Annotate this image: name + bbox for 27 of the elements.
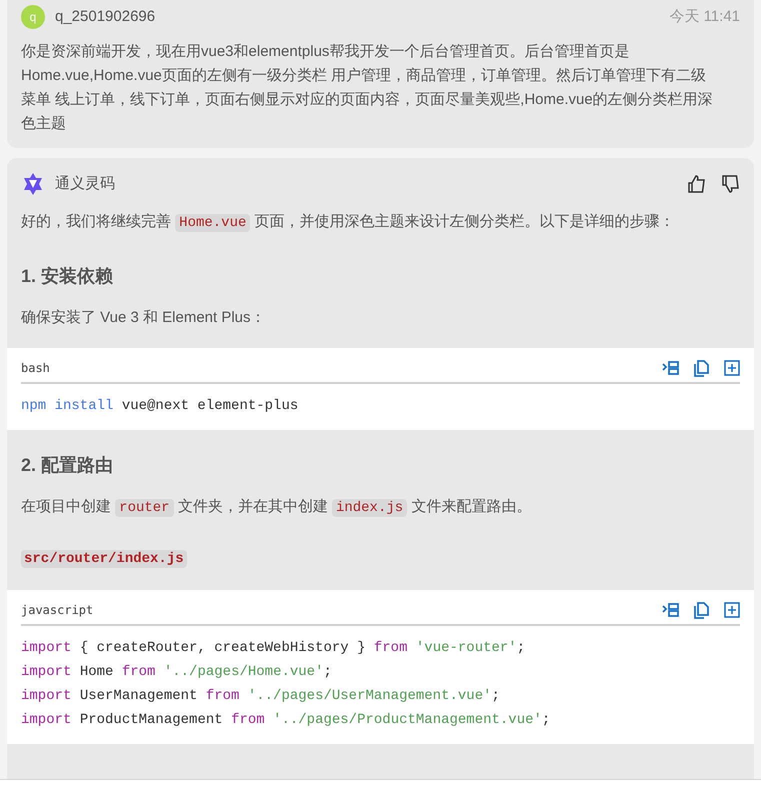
code-language: bash xyxy=(21,360,50,377)
insert-icon[interactable] xyxy=(724,360,740,376)
reply-paragraph: 在项目中创建 router 文件夹，并在其中创建 index.js 文件来配置路由。 xyxy=(21,497,532,519)
code-line: import { createRouter, createWebHistory } from 'vue-router'; xyxy=(21,639,526,658)
assistant-name: 通义灵码 xyxy=(55,174,115,194)
code-line: import ProductManagement from '../pages/ProductManagement.vue'; xyxy=(21,711,552,730)
thumbs-down-icon[interactable] xyxy=(722,175,740,193)
copy-icon[interactable] xyxy=(694,360,710,376)
message-time: 今天 11:41 xyxy=(669,6,740,27)
insert-icon[interactable] xyxy=(724,602,740,618)
code-language: javascript xyxy=(21,602,94,619)
message-text: 你是资深前端开发，现在用vue3和elementplus帮我开发一个后台管理首页。后台管理首页是Home.vue,Home.vue页面的左侧有一级分类栏 用户管理，商品管理，订单管理。然后订单管理下有二级菜单 线上订单，线下订单，页面右侧显示对应的页面内容，页面尽量美观些,Home.vue的左侧分类栏用深色主题 xyxy=(21,42,713,134)
reply-paragraph: 确保安装了 Vue 3 和 Element Plus： xyxy=(21,308,267,328)
file-path: src/router/index.js xyxy=(21,550,187,568)
wrap-lines-icon[interactable] xyxy=(662,360,680,376)
wrap-lines-icon[interactable] xyxy=(662,602,680,618)
reply-paragraph: 好的，我们将继续完善 Home.vue 页面，并使用深色主题来设计左侧分类栏。以下是详细的步骤： xyxy=(21,212,676,234)
username: q_2501902696 xyxy=(55,6,156,27)
section-heading: 2. 配置路由 xyxy=(21,454,114,477)
section-heading: 1. 安装依赖 xyxy=(21,265,114,288)
code-line: import Home from '../pages/Home.vue'; xyxy=(21,663,333,682)
thumbs-up-icon[interactable] xyxy=(688,175,706,193)
copy-icon[interactable] xyxy=(694,602,710,618)
star-logo-icon xyxy=(21,172,45,196)
code-line: import UserManagement from '../pages/UserManagement.vue'; xyxy=(21,687,501,706)
user-avatar: q xyxy=(21,5,45,29)
code-line: npm install vue@next element-plus xyxy=(21,397,300,416)
